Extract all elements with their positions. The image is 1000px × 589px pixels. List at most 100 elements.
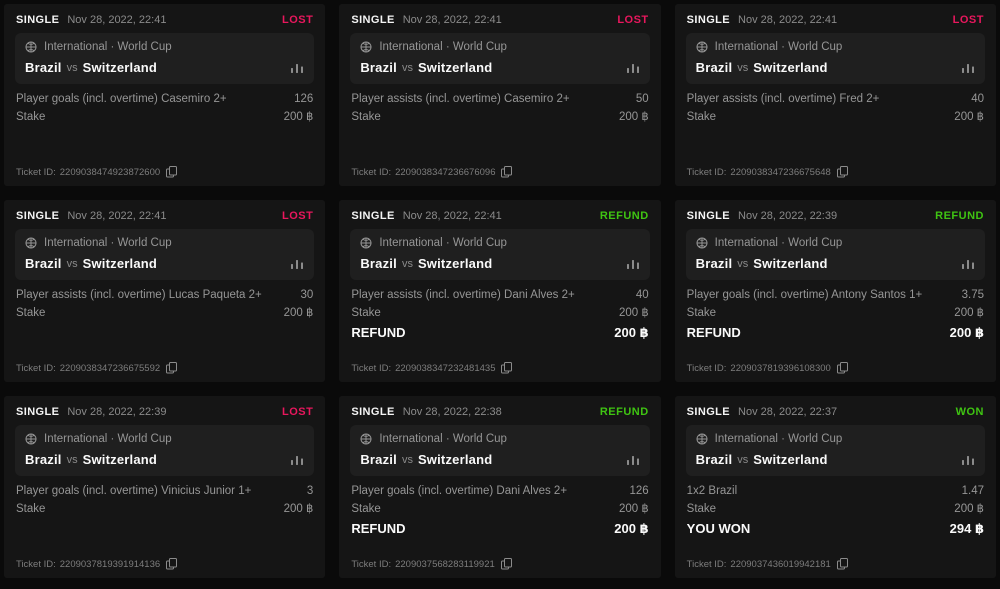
- copy-ticket-id-button[interactable]: [837, 166, 848, 178]
- home-team: Brazil: [360, 60, 397, 75]
- result-value: 200 ฿: [614, 325, 648, 341]
- bet-details: Player goals (incl. overtime) Casemiro 2…: [15, 93, 314, 123]
- match-stats-button[interactable]: [627, 454, 640, 465]
- bet-label: Player goals (incl. overtime) Dani Alves…: [351, 485, 567, 497]
- match-stats-button[interactable]: [291, 454, 304, 465]
- ticket-id-row: Ticket ID:2209037436019942181: [686, 558, 985, 570]
- home-team: Brazil: [360, 452, 397, 467]
- copy-ticket-id-button[interactable]: [837, 362, 848, 374]
- bet-ticket-card[interactable]: SINGLE Nov 28, 2022, 22:39 REFUND Intern…: [675, 200, 996, 382]
- bet-ticket-card[interactable]: SINGLE Nov 28, 2022, 22:41 REFUND Intern…: [339, 200, 660, 382]
- bet-timestamp: Nov 28, 2022, 22:41: [403, 210, 502, 222]
- bet-ticket-card[interactable]: SINGLE Nov 28, 2022, 22:41 LOST Internat…: [675, 4, 996, 186]
- copy-ticket-id-button[interactable]: [501, 362, 512, 374]
- result-value: 294 ฿: [950, 521, 984, 537]
- stake-value: 200 ฿: [284, 501, 314, 515]
- ticket-id-row: Ticket ID:2209038347236676096: [350, 166, 649, 178]
- league-row: International · World Cup: [696, 41, 975, 53]
- stake-value: 200 ฿: [954, 109, 984, 123]
- bet-type-label: SINGLE: [16, 406, 59, 418]
- bet-timestamp: Nov 28, 2022, 22:38: [403, 406, 502, 418]
- copy-icon: [166, 362, 177, 374]
- match-stats-button[interactable]: [962, 454, 975, 465]
- away-team: Switzerland: [83, 60, 157, 75]
- home-team: Brazil: [25, 452, 62, 467]
- ticket-id-value: 2209037819396108300: [730, 363, 830, 374]
- event-panel: International · World Cup Brazil vs Swit…: [350, 33, 649, 84]
- vs-label: vs: [737, 62, 748, 74]
- league-row: International · World Cup: [25, 433, 304, 445]
- ticket-id-value: 2209038347236675648: [730, 167, 830, 178]
- bet-ticket-card[interactable]: SINGLE Nov 28, 2022, 22:39 LOST Internat…: [4, 396, 325, 578]
- stake-label: Stake: [687, 111, 716, 123]
- stake-row: Stake 200 ฿: [351, 305, 648, 319]
- away-team: Switzerland: [418, 256, 492, 271]
- stake-value: 200 ฿: [954, 501, 984, 515]
- bar-chart-icon: [962, 454, 975, 465]
- match-stats-button[interactable]: [627, 258, 640, 269]
- ticket-header: SINGLE Nov 28, 2022, 22:41 LOST: [686, 13, 985, 33]
- bar-chart-icon: [291, 454, 304, 465]
- match-row: Brazil vs Switzerland: [696, 452, 975, 467]
- copy-ticket-id-button[interactable]: [837, 558, 848, 570]
- league-label: International · World Cup: [379, 433, 507, 445]
- bet-type-label: SINGLE: [351, 406, 394, 418]
- stake-row: Stake 200 ฿: [16, 305, 313, 319]
- vs-label: vs: [67, 62, 78, 74]
- match-stats-button[interactable]: [291, 258, 304, 269]
- league-label: International · World Cup: [44, 41, 172, 53]
- bet-type-label: SINGLE: [16, 210, 59, 222]
- stake-value: 200 ฿: [284, 109, 314, 123]
- result-label: YOU WON: [687, 521, 751, 536]
- globe-icon: [25, 41, 37, 53]
- ticket-id-value: 2209038347236675592: [60, 363, 160, 374]
- league-label: International · World Cup: [44, 237, 172, 249]
- bet-type-label: SINGLE: [687, 210, 730, 222]
- bet-ticket-card[interactable]: SINGLE Nov 28, 2022, 22:37 WON Internati…: [675, 396, 996, 578]
- status-badge: LOST: [953, 14, 984, 26]
- copy-ticket-id-button[interactable]: [501, 166, 512, 178]
- copy-ticket-id-button[interactable]: [166, 362, 177, 374]
- result-value: 200 ฿: [950, 325, 984, 341]
- copy-ticket-id-button[interactable]: [166, 166, 177, 178]
- bet-ticket-card[interactable]: SINGLE Nov 28, 2022, 22:38 REFUND Intern…: [339, 396, 660, 578]
- bet-ticket-card[interactable]: SINGLE Nov 28, 2022, 22:41 LOST Internat…: [339, 4, 660, 186]
- stake-row: Stake 200 ฿: [16, 109, 313, 123]
- ticket-id-prefix: Ticket ID:: [351, 167, 391, 178]
- ticket-grid: SINGLE Nov 28, 2022, 22:41 LOST Internat…: [0, 0, 1000, 582]
- match-stats-button[interactable]: [962, 258, 975, 269]
- league-row: International · World Cup: [25, 41, 304, 53]
- bet-label: Player goals (incl. overtime) Casemiro 2…: [16, 93, 227, 105]
- bet-timestamp: Nov 28, 2022, 22:39: [67, 406, 166, 418]
- stake-label: Stake: [16, 503, 45, 515]
- stake-row: Stake 200 ฿: [351, 109, 648, 123]
- ticket-header: SINGLE Nov 28, 2022, 22:39 REFUND: [686, 209, 985, 229]
- event-panel: International · World Cup Brazil vs Swit…: [15, 33, 314, 84]
- bet-ticket-card[interactable]: SINGLE Nov 28, 2022, 22:41 LOST Internat…: [4, 200, 325, 382]
- bet-details: 1x2 Brazil 1.47 Stake 200 ฿ YOU WON 294 …: [686, 485, 985, 537]
- copy-icon: [837, 558, 848, 570]
- match-stats-button[interactable]: [962, 62, 975, 73]
- match-stats-button[interactable]: [627, 62, 640, 73]
- vs-label: vs: [737, 454, 748, 466]
- bet-ticket-card[interactable]: SINGLE Nov 28, 2022, 22:41 LOST Internat…: [4, 4, 325, 186]
- copy-ticket-id-button[interactable]: [501, 558, 512, 570]
- match-stats-button[interactable]: [291, 62, 304, 73]
- stake-label: Stake: [16, 307, 45, 319]
- status-badge: LOST: [617, 14, 648, 26]
- bet-row: Player assists (incl. overtime) Casemiro…: [351, 93, 648, 105]
- league-label: International · World Cup: [715, 433, 843, 445]
- ticket-id-prefix: Ticket ID:: [351, 559, 391, 570]
- copy-icon: [166, 558, 177, 570]
- copy-ticket-id-button[interactable]: [166, 558, 177, 570]
- globe-icon: [25, 237, 37, 249]
- bar-chart-icon: [962, 62, 975, 73]
- result-row: REFUND 200 ฿: [687, 325, 984, 341]
- ticket-id-prefix: Ticket ID:: [16, 363, 56, 374]
- status-badge: REFUND: [600, 406, 649, 418]
- copy-icon: [837, 166, 848, 178]
- bet-details: Player assists (incl. overtime) Casemiro…: [350, 93, 649, 123]
- bar-chart-icon: [962, 258, 975, 269]
- status-badge: LOST: [282, 210, 313, 222]
- bet-odds: 126: [629, 485, 648, 497]
